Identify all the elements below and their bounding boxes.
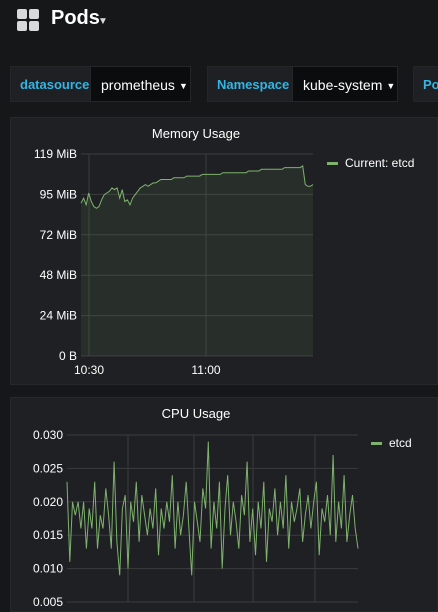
- memory-usage-chart: 0 B 24 MiB 48 MiB 72 MiB 95 MiB 119 MiB 10:30 1…: [34, 147, 314, 377]
- y-tick-label: 0.020: [33, 495, 63, 509]
- y-tick-label: 0.005: [33, 595, 63, 609]
- variable-label-pod: Po: [413, 66, 438, 102]
- namespace-select[interactable]: kube-system ▼: [292, 66, 398, 102]
- cpu-usage-chart: 0.005 0.010 0.015 0.020 0.025 0.030: [33, 428, 359, 609]
- template-variables: datasource prometheus ▼ Namespace kube-sy…: [0, 66, 438, 104]
- datasource-select[interactable]: prometheus ▼: [90, 66, 191, 102]
- series-area: [81, 165, 313, 356]
- y-tick-label: 0.030: [33, 428, 63, 442]
- x-tick-label: 11:00: [191, 363, 220, 377]
- datasource-select-value: prometheus: [101, 77, 175, 93]
- apps-grid-icon[interactable]: [17, 9, 39, 31]
- y-tick-label: 95 MiB: [40, 187, 77, 201]
- y-tick-label: 0 B: [59, 349, 77, 363]
- y-tick-label: 72 MiB: [40, 228, 77, 242]
- cpu-usage-panel: CPU Usage etcd 0.005 0.010 0.015 0.020 0.025…: [10, 397, 438, 612]
- x-tick-label: 10:30: [74, 363, 104, 377]
- caret-down-icon: ▼: [178, 81, 188, 91]
- memory-usage-panel: Memory Usage Current: etcd 0 B 24 MiB 48 M…: [10, 117, 438, 385]
- y-tick-label: 119 MiB: [34, 147, 77, 161]
- y-tick-label: 0.015: [33, 528, 63, 542]
- y-tick-label: 24 MiB: [40, 309, 77, 323]
- y-tick-label: 48 MiB: [40, 268, 77, 282]
- y-tick-label: 0.010: [33, 562, 63, 576]
- dashboard-title[interactable]: Pods: [51, 7, 100, 30]
- dashboard-header: Pods ▼: [0, 0, 438, 44]
- variable-label-namespace: Namespace: [207, 66, 292, 102]
- y-tick-label: 0.025: [33, 461, 63, 475]
- caret-down-icon[interactable]: ▼: [98, 16, 108, 27]
- caret-down-icon: ▼: [386, 81, 396, 91]
- variable-label-datasource: datasource: [10, 66, 90, 102]
- namespace-select-value: kube-system: [303, 77, 383, 93]
